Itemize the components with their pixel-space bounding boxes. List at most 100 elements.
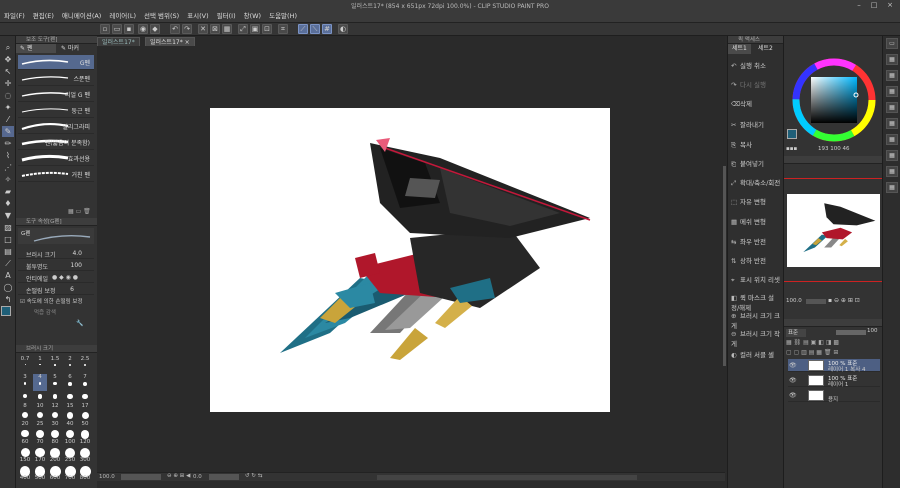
stabilization-row[interactable]: 손떨림 보정 6 [18,284,94,295]
brush-real-g-pen[interactable]: 리얼 G 펜 [18,87,94,102]
quick-access-item[interactable]: ⬚ 자유 변형 [731,196,781,206]
menu-file[interactable]: 파일(F) [0,10,29,23]
zoom-icon[interactable]: ⌕ [2,42,14,53]
material-icon[interactable]: ▦ [886,86,898,97]
quick-access-item[interactable]: ◧ 퀵 마스크 설정/해제 [731,292,781,312]
brush-effect-line[interactable]: 효과선용 [18,151,94,166]
open-icon[interactable]: ▭ [112,24,122,34]
brush-size-option[interactable]: 300 [78,446,92,463]
brush-size-option[interactable]: 800 [78,464,92,481]
quick-access-item[interactable]: ⎗ 붙여넣기 [731,158,781,169]
brush-size-option[interactable]: 7 [78,374,92,391]
rotate-controls-icon[interactable]: ↺ ↻ ⇆ [245,473,262,479]
visibility-eye-icon[interactable]: 👁 [789,377,797,384]
undo-icon[interactable]: ↶ [170,24,180,34]
material-icon[interactable]: ▦ [886,70,898,81]
quick-access-item[interactable]: ⊕ 브러시 크기 크게 [731,310,781,330]
layer-toolbar-icons-2[interactable]: ▢ ▢ ▥ ▤ ▦ 🗑 ⊞ [786,349,838,356]
speed-stabilization-checkbox[interactable]: ☑ 속도에 의한 손떨림 보정 [20,297,96,306]
material-icon[interactable]: ▦ [886,118,898,129]
brush-size-option[interactable]: 170 [33,446,47,463]
brush-round-pen[interactable]: 둥근 펜 [18,103,94,118]
doc-tab-2[interactable]: 일러스트17* × [145,37,195,46]
menu-view[interactable]: 표시(V) [183,10,212,23]
tab-pen[interactable]: ✎ 펜 [16,44,56,53]
layer-row[interactable]: 👁 용지 [788,389,880,403]
brush-size-option[interactable]: 25 [33,410,47,427]
brush-size-option[interactable]: 1 [33,356,47,373]
angle-slider[interactable] [209,474,239,480]
menu-filter[interactable]: 필터(I) [213,10,240,23]
scrollbar-thumb[interactable] [723,166,726,366]
material-icon[interactable]: ▦ [886,182,898,193]
brush-size-option[interactable]: 150 [18,446,32,463]
gradient-icon[interactable]: ▨ [2,222,14,233]
subtool-buttons[interactable]: ▦ ▭ 🗑 [68,208,94,215]
brush-size-option[interactable]: 700 [63,464,77,481]
brush-size-option[interactable]: 8 [18,392,32,409]
canvas-area[interactable] [97,46,722,472]
material-icon[interactable]: ▦ [886,166,898,177]
brush-size-option[interactable]: 0.7 [18,356,32,373]
layer-opacity-slider[interactable] [836,330,866,335]
brush-size-option[interactable]: 200 [48,446,62,463]
lasso-icon[interactable]: ◌ [2,90,14,101]
brush-size-option[interactable]: 2.5 [78,356,92,373]
quick-access-item[interactable]: ⊖ 브러시 크기 작게 [731,328,781,348]
close-icon[interactable]: × [883,0,897,10]
layer-row[interactable]: 👁 100 % 표준 레이어 1 [788,374,880,388]
brush-size-option[interactable]: 10 [33,392,47,409]
doc-tab-1[interactable]: 일러스트17* [97,37,140,46]
menu-animation[interactable]: 애니메이션(A) [58,10,105,23]
tab-marker[interactable]: ✎ 마커 [57,44,97,53]
material-icon[interactable]: ▦ [886,102,898,113]
material-icon[interactable]: ▦ [886,134,898,145]
color-mode-icons[interactable]: ▪▪▪ [786,146,797,152]
transform-icon[interactable]: ⤢ [238,24,248,34]
brush-calligraphy[interactable]: 멀리그라피 [18,119,94,134]
brush-size-option[interactable]: 12 [48,392,62,409]
brush-rough-pen[interactable]: 거친 펜 [18,167,94,182]
brush-size-option[interactable]: 17 [78,392,92,409]
frame-icon[interactable]: ▤ [2,246,14,257]
nav-zoom-slider[interactable] [806,299,826,304]
panel-toggle-icon[interactable]: ▭ [886,38,898,49]
figure-icon[interactable]: □ [2,234,14,245]
fill-icon[interactable]: ▦ [222,24,232,34]
color-wheel[interactable] [786,58,882,142]
clear-outside-icon[interactable]: ⊠ [210,24,220,34]
menu-selection[interactable]: 선택 범위(S) [140,10,183,23]
brush-size-option[interactable]: 50 [78,410,92,427]
brush-size-option[interactable]: 70 [33,428,47,445]
brush-size-option[interactable]: 30 [48,410,62,427]
opacity-row[interactable]: 불투명도 100 [18,260,94,271]
zoom-controls-icon[interactable]: ⊖ ⊕ ⊞ ◀ [167,473,190,479]
nav-controls-icon[interactable]: ▪ ⊖ ⊕ ⊞ ⊡ [828,297,860,304]
layer-toolbar-icons[interactable]: ▦ ⛓ ▤ ▣ ◧ ◨ ▩ [786,339,839,346]
camera-icon[interactable]: ◉ [138,24,148,34]
brush-size-option[interactable]: 500 [33,464,47,481]
brush-size-option[interactable]: 100 [63,428,77,445]
visibility-eye-icon[interactable]: 👁 [789,392,797,399]
brush-size-option[interactable]: 40 [63,410,77,427]
deselect-icon[interactable]: ⊡ [262,24,272,34]
brush-size-option[interactable]: 600 [48,464,62,481]
canvas-paper[interactable] [210,108,610,412]
brush-icon[interactable]: ⌇ [2,150,14,161]
quick-access-item[interactable]: ▦ 메쉬 변형 [731,216,781,226]
brush-size-option[interactable]: 400 [18,464,32,481]
brush-size-option[interactable]: 3 [18,374,32,391]
antialias-options-icon[interactable]: ● ◆ ◉ ● [52,274,78,281]
snap-grid-icon[interactable]: # [322,24,332,34]
menu-layer[interactable]: 레이어(L) [105,10,140,23]
fill-icon[interactable]: ▼ [2,210,14,221]
layer-move-icon[interactable]: ✛ [2,78,14,89]
quick-access-item[interactable]: ⌖ 표시 위치 리셋 [731,274,781,285]
quick-access-item[interactable]: ⎘ 복사 [731,139,781,150]
brush-size-option[interactable]: 60 [18,428,32,445]
wand-icon[interactable]: ✦ [2,102,14,113]
menu-edit[interactable]: 편집(E) [29,10,58,23]
redo-icon[interactable]: ↷ [182,24,192,34]
pen-icon[interactable]: ✎ [2,126,14,137]
brush-size-option[interactable]: 120 [78,428,92,445]
